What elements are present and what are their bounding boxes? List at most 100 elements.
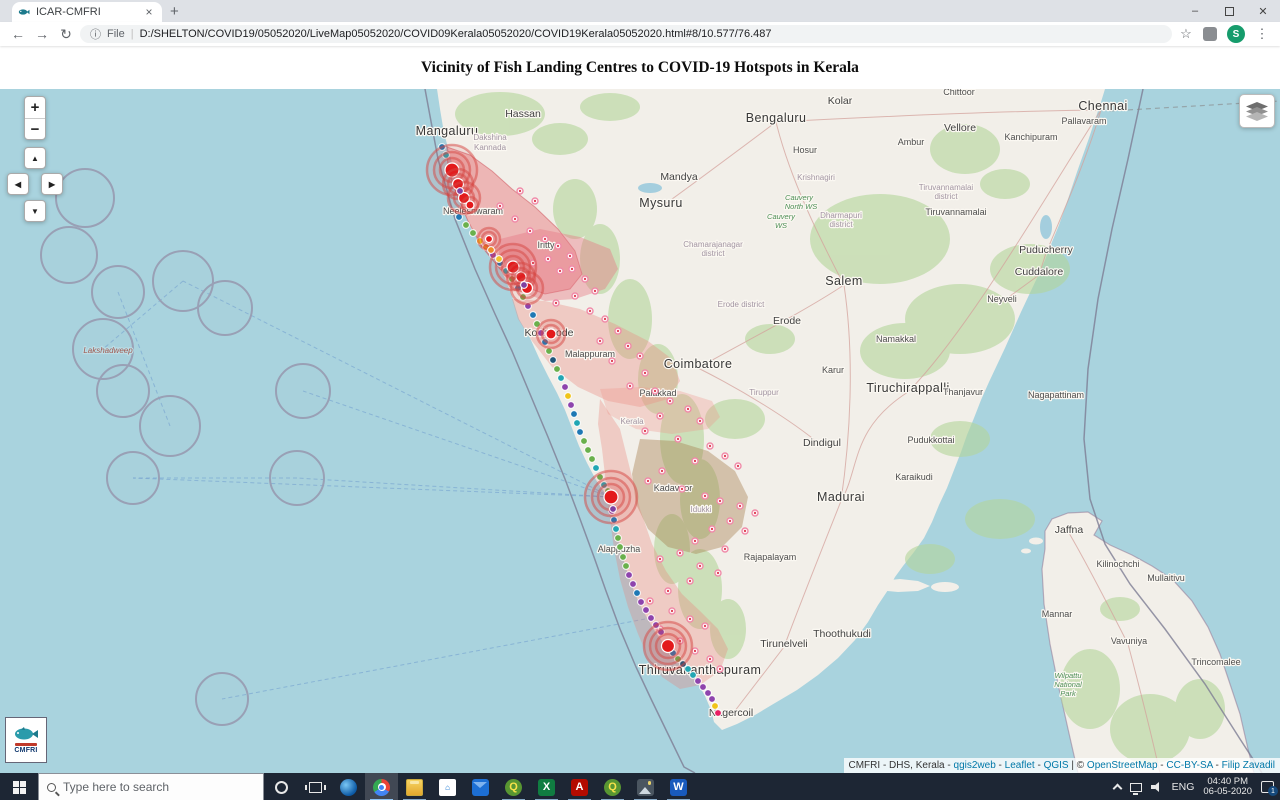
language-indicator[interactable]: ENG	[1172, 781, 1195, 793]
extension-icon[interactable]	[1203, 27, 1217, 41]
browser-tab[interactable]: ICAR-CMFRI ×	[12, 2, 162, 22]
search-input[interactable]	[63, 780, 233, 794]
fish-landing-centre-marker[interactable]	[705, 690, 712, 697]
fish-landing-centre-marker[interactable]	[617, 544, 624, 551]
fish-landing-centre-marker[interactable]	[554, 366, 561, 373]
task-view-button[interactable]	[298, 773, 332, 800]
fish-landing-centre-marker[interactable]	[581, 438, 588, 445]
fish-landing-centre-marker[interactable]	[613, 526, 620, 533]
fish-landing-centre-marker[interactable]	[685, 666, 692, 673]
taskbar-app-photos[interactable]	[629, 773, 662, 800]
fish-landing-centre-marker[interactable]	[623, 563, 630, 570]
hotspot-marker[interactable]	[486, 236, 493, 243]
fish-landing-centre-marker[interactable]	[577, 429, 584, 436]
fish-landing-centre-marker[interactable]	[695, 678, 702, 685]
taskbar-app-qgis2[interactable]: Q	[596, 773, 629, 800]
cmfri-logo[interactable]: CMFRI	[5, 717, 47, 763]
map-label: Kanchipuram	[1004, 132, 1057, 142]
landing-centre-marker[interactable]	[488, 247, 495, 254]
taskbar-app-acrobat[interactable]: A	[563, 773, 596, 800]
tray-expand-icon[interactable]	[1112, 784, 1122, 794]
taskbar-app-qgis[interactable]: Q	[497, 773, 530, 800]
attribution-link[interactable]: Leaflet	[1005, 760, 1035, 771]
pan-up-button[interactable]: ▲	[24, 147, 46, 169]
fish-landing-centre-marker[interactable]	[709, 696, 716, 703]
fish-landing-centre-marker[interactable]	[574, 420, 581, 427]
attribution-link[interactable]: Filip Zavadil	[1222, 760, 1275, 771]
fish-landing-centre-marker[interactable]	[712, 703, 719, 710]
fish-landing-centre-marker[interactable]	[630, 581, 637, 588]
window-minimize-button[interactable]: –	[1178, 0, 1212, 22]
fish-landing-centre-marker[interactable]	[550, 357, 557, 364]
taskbar-app-edge[interactable]	[332, 773, 365, 800]
landing-centre-marker[interactable]	[457, 188, 464, 195]
fish-landing-centre-marker[interactable]	[643, 607, 650, 614]
zoom-out-button[interactable]: −	[25, 118, 45, 139]
taskbar-search-box[interactable]	[38, 773, 264, 800]
fish-landing-centre-marker[interactable]	[648, 615, 655, 622]
fish-landing-centre-marker[interactable]	[585, 447, 592, 454]
back-button[interactable]: ←	[8, 26, 28, 42]
browser-menu-icon[interactable]: ⋮	[1252, 26, 1272, 42]
attribution-link[interactable]: QGIS	[1044, 760, 1069, 771]
taskbar-app-word[interactable]: W	[662, 773, 695, 800]
fish-landing-centre-marker[interactable]	[470, 230, 477, 237]
fish-landing-centre-marker[interactable]	[530, 312, 537, 319]
hotspot-marker[interactable]	[604, 490, 618, 504]
window-maximize-button[interactable]	[1212, 0, 1246, 22]
attribution-link[interactable]: CC-BY-SA	[1166, 760, 1212, 771]
fish-landing-centre-marker[interactable]	[589, 456, 596, 463]
hotspot-marker[interactable]	[466, 201, 474, 209]
network-icon[interactable]	[1130, 783, 1142, 792]
landing-centre-marker[interactable]	[496, 256, 503, 263]
fish-landing-centre-marker[interactable]	[558, 375, 565, 382]
fish-landing-centre-marker[interactable]	[690, 672, 697, 679]
new-tab-button[interactable]: +	[170, 3, 179, 20]
taskbar-app-store[interactable]: ⌂	[431, 773, 464, 800]
taskbar-clock[interactable]: 04:40 PM 06-05-2020	[1203, 777, 1252, 797]
forward-button[interactable]: →	[32, 26, 52, 42]
fish-landing-centre-marker[interactable]	[634, 590, 641, 597]
fish-landing-centre-marker[interactable]	[615, 535, 622, 542]
bookmark-star-icon[interactable]: ☆	[1176, 26, 1196, 42]
fish-landing-centre-marker[interactable]	[593, 465, 600, 472]
fish-landing-centre-marker[interactable]	[626, 572, 633, 579]
pan-right-button[interactable]: ▶	[41, 173, 63, 195]
profile-avatar[interactable]: S	[1227, 25, 1245, 43]
map-canvas[interactable]: MangaluruBengaluruChennaiMysuruSalemCoim…	[0, 89, 1280, 773]
taskbar-app-excel[interactable]: X	[530, 773, 563, 800]
hotspot-marker[interactable]	[546, 329, 556, 339]
address-bar[interactable]: ⓘ File | D:/SHELTON/COVID19/05052020/Liv…	[80, 25, 1172, 43]
taskbar-app-mail[interactable]	[464, 773, 497, 800]
hotspot-marker[interactable]	[662, 640, 675, 653]
landing-centre-marker[interactable]	[521, 282, 528, 289]
fish-landing-centre-marker[interactable]	[463, 222, 470, 229]
fish-landing-centre-marker[interactable]	[565, 393, 572, 400]
attribution-link[interactable]: OpenStreetMap	[1087, 760, 1158, 771]
fish-landing-centre-marker[interactable]	[568, 402, 575, 409]
fish-landing-centre-marker[interactable]	[715, 710, 722, 717]
cortana-button[interactable]	[264, 773, 298, 800]
action-center-icon[interactable]: 1	[1261, 781, 1274, 793]
reload-button[interactable]: ↻	[56, 26, 76, 43]
fish-landing-centre-marker[interactable]	[700, 684, 707, 691]
map-container[interactable]: MangaluruBengaluruChennaiMysuruSalemCoim…	[0, 89, 1280, 773]
start-button[interactable]	[0, 773, 38, 800]
page-info-icon[interactable]: ⓘ	[90, 26, 101, 42]
taskbar-app-explorer[interactable]	[398, 773, 431, 800]
fish-landing-centre-marker[interactable]	[638, 599, 645, 606]
pan-left-button[interactable]: ◀	[7, 173, 29, 195]
taskbar-app-chrome[interactable]	[365, 773, 398, 800]
window-close-button[interactable]: ✕	[1246, 0, 1280, 22]
attribution-link[interactable]: qgis2web	[954, 760, 996, 771]
zoom-in-button[interactable]: +	[25, 97, 45, 118]
fish-landing-centre-marker[interactable]	[562, 384, 569, 391]
fish-landing-centre-marker[interactable]	[571, 411, 578, 418]
fish-landing-centre-marker[interactable]	[620, 554, 627, 561]
layers-control[interactable]	[1239, 94, 1275, 128]
pan-down-button[interactable]: ▼	[24, 200, 46, 222]
tab-close-icon[interactable]: ×	[142, 5, 156, 19]
volume-icon[interactable]	[1151, 782, 1163, 792]
map-label: Mullaitivu	[1147, 573, 1185, 583]
landing-centre-marker[interactable]	[610, 506, 617, 513]
